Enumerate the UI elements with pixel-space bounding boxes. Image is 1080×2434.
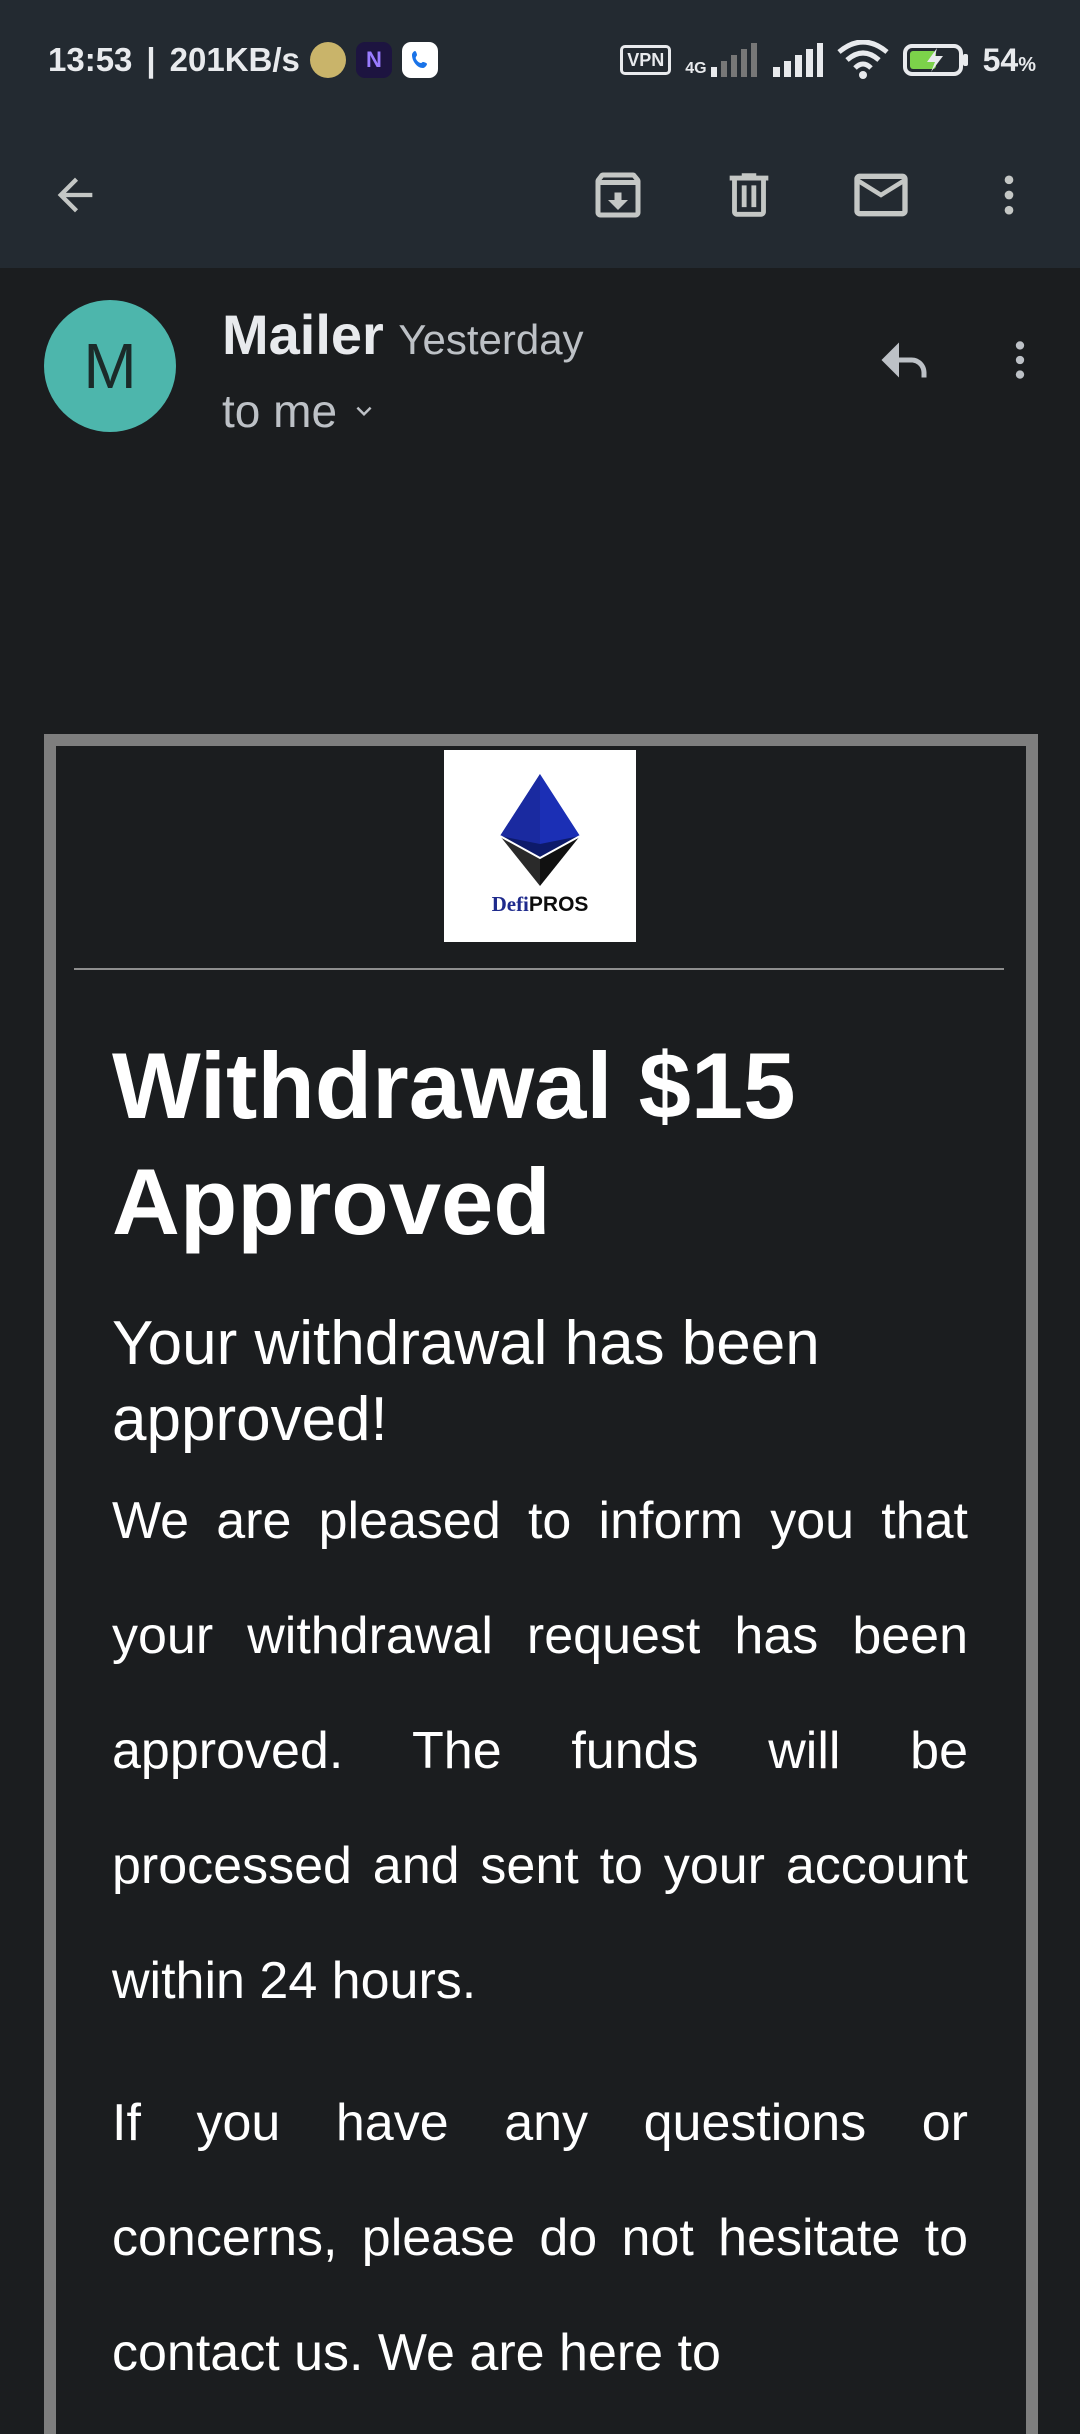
battery-percent: 54% (982, 41, 1036, 78)
defipros-logo: DefiPROS (444, 750, 636, 942)
archive-icon (595, 172, 641, 218)
email-paragraph: We are pleased to inform you that your w… (112, 1492, 968, 2010)
signal-icon (772, 43, 823, 77)
back-button[interactable] (30, 150, 120, 240)
email-subheadline: Your withdrawal has been approved! (112, 1309, 820, 1454)
app-n-notification-icon: N (355, 42, 392, 78)
avatar[interactable]: M (44, 300, 176, 432)
status-time: 13:53 (48, 41, 133, 78)
divider (74, 968, 1004, 970)
reply-icon (881, 342, 927, 378)
status-net-speed: 201KB/s (169, 41, 300, 78)
reply-button[interactable] (864, 320, 944, 400)
chevron-down-icon (356, 406, 372, 416)
status-bar: 13:53 | 201KB/s N VPN 4G 54% (0, 0, 1080, 120)
message-date: Yesterday (398, 316, 584, 363)
mail-icon (854, 173, 908, 217)
wifi-icon (837, 40, 889, 79)
sender-name[interactable]: Mailer (222, 303, 384, 366)
status-separator: | (146, 41, 156, 78)
vpn-icon: VPN (620, 45, 672, 75)
recipient-details-toggle[interactable]: to me (222, 384, 379, 438)
logo-text: DefiPROS (491, 892, 589, 916)
trash-icon (729, 173, 769, 217)
email-body-card: DefiPROS Withdrawal $15 Approved Your wi… (44, 734, 1038, 2434)
more-vert-icon (1004, 175, 1014, 215)
message-toolbar (0, 120, 1080, 268)
status-left: 13:53 | 201KB/s N (48, 41, 438, 79)
ethereum-diamond-icon (500, 774, 580, 886)
sender-line: Mailer Yesterday (222, 302, 584, 367)
delete-button[interactable] (704, 150, 794, 240)
status-right: VPN 4G 54% (620, 40, 1036, 80)
arrow-left-icon (57, 177, 93, 213)
more-vert-icon (1015, 341, 1025, 379)
email-headline: Withdrawal $15 Approved (112, 1033, 796, 1254)
more-options-button[interactable] (964, 150, 1054, 240)
app-notification-icon (309, 42, 346, 78)
email-paragraph: If you have any questions or concerns, p… (112, 2094, 968, 2382)
mark-unread-button[interactable] (836, 150, 926, 240)
battery-icon (902, 44, 968, 76)
message-more-button[interactable] (980, 320, 1060, 400)
signal-4g-icon: 4G (685, 43, 757, 77)
recipient-label: to me (222, 385, 338, 437)
phone-notification-icon (401, 42, 438, 78)
archive-button[interactable] (573, 150, 663, 240)
